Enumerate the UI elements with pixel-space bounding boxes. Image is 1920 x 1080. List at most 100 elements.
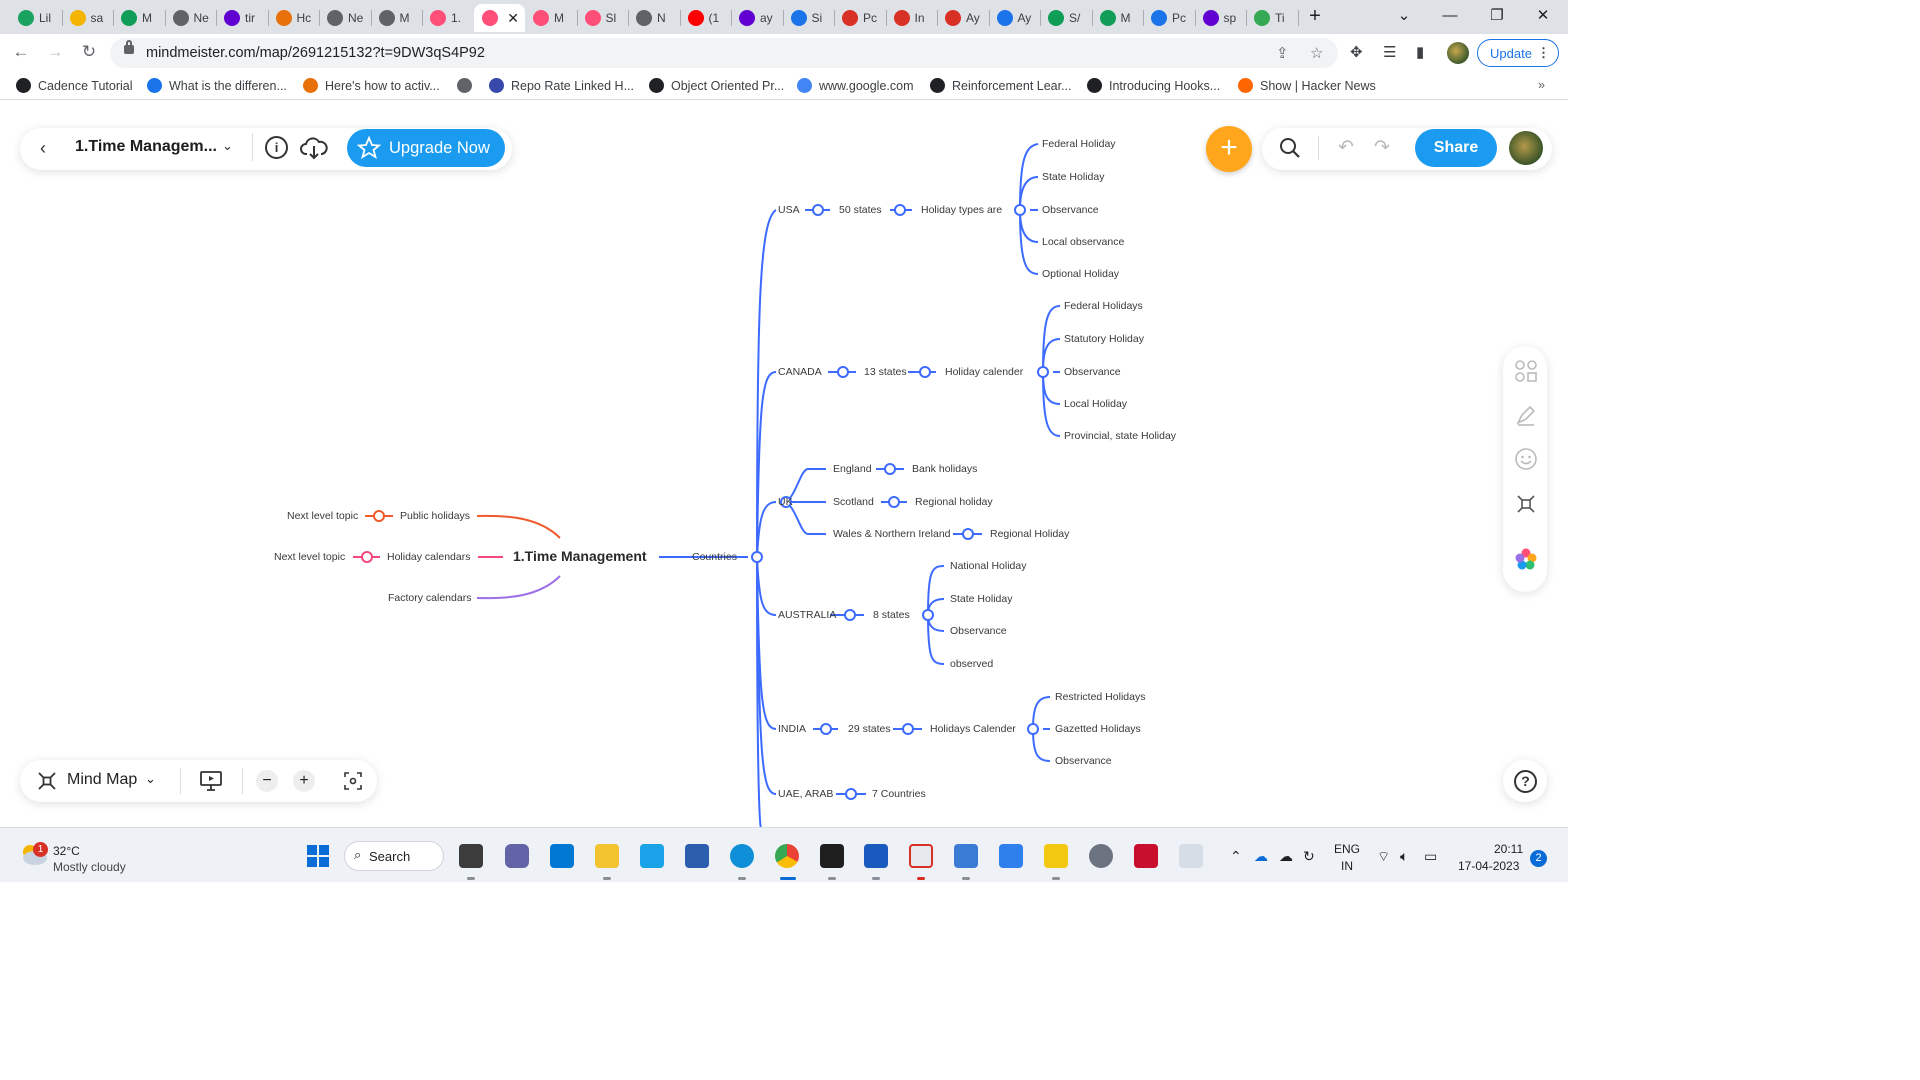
snipping-tool-icon[interactable] <box>909 844 933 868</box>
bookmark-item[interactable]: What is the differen... <box>147 78 287 93</box>
bookmark-item[interactable]: www.google.com <box>797 78 914 93</box>
topic-india-child[interactable]: Restricted Holidays <box>1055 690 1145 704</box>
topic-factory-calendars[interactable]: Factory calendars <box>388 591 471 605</box>
bookmark-item[interactable]: Reinforcement Lear... <box>930 78 1072 93</box>
browser-tab[interactable]: S/ <box>1040 4 1092 32</box>
bookmark-item[interactable]: Here's how to activ... <box>303 78 440 93</box>
topic-usa-child[interactable]: State Holiday <box>1042 170 1104 184</box>
browser-tab[interactable]: ✕ <box>473 4 525 32</box>
topic-countries[interactable]: Countries <box>692 550 737 564</box>
topic-usa-child[interactable]: Observance <box>1042 203 1099 217</box>
update-button[interactable]: Update ⋮ <box>1477 39 1559 67</box>
onedrive-icon[interactable]: ☁ <box>1254 848 1268 865</box>
browser-tab[interactable]: M <box>1092 4 1144 32</box>
bookmark-item[interactable]: Object Oriented Pr... <box>649 78 784 93</box>
topic-regional-holiday[interactable]: Regional holiday <box>915 495 993 509</box>
browser-tab[interactable]: Ay <box>937 4 989 32</box>
settings-icon[interactable] <box>1089 844 1113 868</box>
extensions-icon[interactable]: ✥ <box>1350 43 1363 61</box>
browser-tab[interactable]: 1. <box>422 4 474 32</box>
bookmark-item[interactable]: Show | Hacker News <box>1238 78 1376 93</box>
store-icon[interactable] <box>685 844 709 868</box>
topic-bank-holidays[interactable]: Bank holidays <box>912 462 977 476</box>
bookmark-item[interactable]: Cadence Tutorial <box>16 78 133 93</box>
share-page-icon[interactable]: ⇪ <box>1276 44 1289 62</box>
browser-tab[interactable]: Pc <box>834 4 886 32</box>
topic-usa-child[interactable]: Optional Holiday <box>1042 267 1119 281</box>
photos-icon[interactable] <box>999 844 1023 868</box>
close-window-icon[interactable]: ✕ <box>1523 4 1563 28</box>
browser-tab[interactable]: Hc <box>268 4 320 32</box>
browser-tab[interactable]: N <box>628 4 680 32</box>
view-mode-label[interactable]: Mind Map <box>67 771 137 789</box>
topic-canada-child[interactable]: Observance <box>1064 365 1121 379</box>
topic-australia[interactable]: AUSTRALIA <box>778 608 836 622</box>
mindmap-view-icon[interactable] <box>36 770 58 792</box>
topic-india[interactable]: INDIA <box>778 722 806 736</box>
zoom-in-button[interactable]: + <box>293 770 315 792</box>
minimize-icon[interactable]: — <box>1430 4 1470 28</box>
browser-tab[interactable]: Lil <box>10 4 62 32</box>
bookmark-star-icon[interactable]: ☆ <box>1310 44 1323 62</box>
presentation-icon[interactable] <box>199 769 223 793</box>
topic-public-holidays[interactable]: Public holidays <box>400 509 470 523</box>
browser-tab[interactable]: tir <box>216 4 268 32</box>
topic-usa-types[interactable]: Holiday types are <box>921 203 1002 217</box>
topic-australia-child[interactable]: State Holiday <box>950 592 1012 606</box>
zoom-out-button[interactable]: − <box>256 770 278 792</box>
chevron-up-icon[interactable]: ⌃ <box>1230 848 1242 865</box>
menu-icon[interactable]: ⋮ <box>1537 45 1550 61</box>
browser-tab[interactable]: (1 <box>680 4 732 32</box>
topic-usa-child[interactable]: Local observance <box>1042 235 1124 249</box>
edge-icon[interactable] <box>730 844 754 868</box>
region-code[interactable]: IN <box>1341 859 1353 873</box>
mcafee-icon[interactable] <box>1134 844 1158 868</box>
app-icon[interactable] <box>1179 844 1203 868</box>
app-icon[interactable] <box>550 844 574 868</box>
topic-uk[interactable]: UK <box>778 495 793 509</box>
topic-canada-child[interactable]: Federal Holidays <box>1064 299 1143 313</box>
topic-usa[interactable]: USA <box>778 203 800 217</box>
more-bookmarks-icon[interactable]: » <box>1538 78 1545 92</box>
volume-icon[interactable]: 🔈︎ <box>1400 848 1408 865</box>
browser-tab[interactable]: sp <box>1195 4 1247 32</box>
file-explorer-icon[interactable] <box>595 844 619 868</box>
mindmeister-canvas[interactable]: ‹ 1.Time Managem... ⌄ i Upgrade Now + ↶ … <box>0 100 1568 827</box>
new-tab-button[interactable]: + <box>1295 4 1335 28</box>
topic-scotland[interactable]: Scotland <box>833 495 874 509</box>
topic-holiday-calendars[interactable]: Holiday calendars <box>387 550 470 564</box>
topic-usa-child[interactable]: Federal Holiday <box>1042 137 1116 151</box>
browser-tab[interactable]: ay <box>731 4 783 32</box>
browser-tab[interactable]: Ay <box>989 4 1041 32</box>
help-icon[interactable]: ? <box>1514 770 1537 793</box>
topic-australia-child[interactable]: observed <box>950 657 993 671</box>
topic-regional-holiday[interactable]: Regional Holiday <box>990 527 1069 541</box>
app-l-icon[interactable] <box>640 844 664 868</box>
windows-start-icon[interactable] <box>307 845 329 867</box>
root-topic[interactable]: 1.Time Management <box>513 548 647 564</box>
back-icon[interactable]: ← <box>10 42 32 62</box>
browser-tab[interactable]: Ne <box>165 4 217 32</box>
chevron-down-icon[interactable]: ⌄ <box>145 771 156 787</box>
terminal-icon[interactable] <box>820 844 844 868</box>
topic-australia-states[interactable]: 8 states <box>873 608 910 622</box>
address-bar[interactable]: mindmeister.com/map/2691215132?t=9DW3qS4… <box>110 38 1338 68</box>
browser-tab[interactable]: sa <box>62 4 114 32</box>
browser-tab[interactable]: M <box>525 4 577 32</box>
app-icon[interactable] <box>954 844 978 868</box>
refresh-icon[interactable]: ↻ <box>1303 848 1315 865</box>
bookmark-item[interactable] <box>457 78 479 93</box>
browser-tab[interactable]: In <box>886 4 938 32</box>
chrome-icon[interactable] <box>775 844 799 868</box>
topic-india-child[interactable]: Observance <box>1055 754 1112 768</box>
topic-wales[interactable]: Wales & Northern Ireland <box>833 527 951 541</box>
topic-australia-child[interactable]: National Holiday <box>950 559 1026 573</box>
reload-icon[interactable]: ↻ <box>78 42 100 62</box>
topic-usa-states[interactable]: 50 states <box>839 203 882 217</box>
topic-australia-child[interactable]: Observance <box>950 624 1007 638</box>
browser-tab[interactable]: Si <box>783 4 835 32</box>
side-panel-icon[interactable]: ▮ <box>1416 43 1424 61</box>
language-code[interactable]: ENG <box>1334 842 1360 856</box>
task-view-icon[interactable] <box>459 844 483 868</box>
bookmark-item[interactable]: Repo Rate Linked H... <box>489 78 634 93</box>
